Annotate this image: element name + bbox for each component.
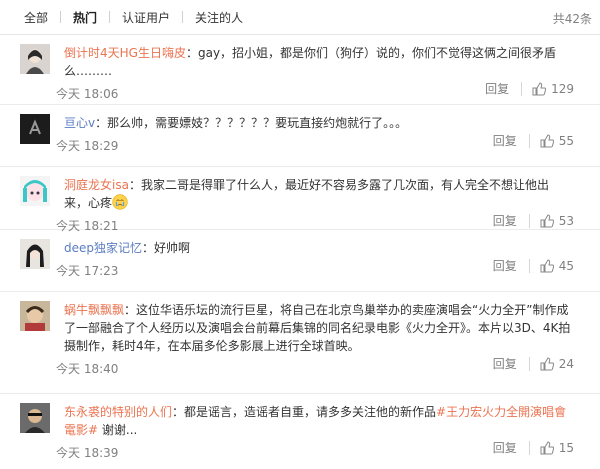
- avatar[interactable]: [20, 239, 50, 269]
- comment-text: 蜗牛飘飘飘：这位华语乐坛的流行巨星，将自己在北京鸟巢举办的卖座演唱会“火力全开”…: [64, 301, 590, 355]
- username[interactable]: 倒计时4天HG生日嗨皮: [64, 46, 186, 60]
- avatar[interactable]: [20, 176, 50, 206]
- avatar[interactable]: [20, 403, 50, 433]
- comment-actions: 回复 129: [485, 80, 574, 97]
- comment-text: 亘心v：那么帅，需要嫖妓？？？？？？要玩直接约炮就行了。。。: [64, 114, 590, 132]
- comment-count: 共42条: [552, 12, 592, 26]
- comment-panel: 全部 热门 认证用户 关注的人 共42条 倒计时4天HG生日嗨皮：gay，招小姐…: [0, 0, 600, 460]
- tab-divider: [109, 11, 111, 23]
- timestamp: 今天 18:29: [56, 139, 119, 153]
- avatar-image: [20, 301, 50, 331]
- comment-item: deep独家记忆：好帅啊 今天 17:23 回复 45: [0, 230, 600, 292]
- colon: ：: [142, 241, 155, 255]
- comment-actions: 回复 15: [493, 439, 574, 456]
- reply-button[interactable]: 回复: [485, 80, 509, 97]
- timestamp: 今天 17:23: [56, 264, 119, 278]
- like-count: 53: [558, 213, 574, 228]
- tab-all[interactable]: 全部: [24, 9, 48, 26]
- action-divider: [528, 356, 530, 371]
- like-button[interactable]: 24: [540, 357, 574, 371]
- comment-body: 都是谣言，造谣者自重，请多多关注他的新作品: [184, 405, 437, 419]
- username[interactable]: 蜗牛飘飘飘: [64, 303, 124, 317]
- avatar-image: [20, 114, 50, 144]
- crying-emoji-icon: [112, 194, 128, 210]
- tab-verified-users[interactable]: 认证用户: [122, 9, 170, 26]
- reply-button[interactable]: 回复: [493, 355, 517, 372]
- comment-item: 亘心v：那么帅，需要嫖妓？？？？？？要玩直接约炮就行了。。。 今天 18:29 …: [0, 105, 600, 167]
- colon: ：: [124, 303, 137, 317]
- timestamp: 今天 18:40: [56, 362, 119, 376]
- action-divider: [521, 81, 523, 96]
- reply-button[interactable]: 回复: [493, 257, 517, 274]
- reply-button[interactable]: 回复: [493, 439, 517, 456]
- timestamp: 今天 18:39: [56, 446, 119, 460]
- filter-tabs: 全部 热门 认证用户 关注的人 共42条: [0, 0, 600, 35]
- comment-text: 洞庭龙女isa：我家二哥是得罪了什么人，最近好不容易多露了几次面，有人完全不想让…: [64, 176, 590, 212]
- avatar-image: [20, 176, 50, 206]
- thumbs-up-icon: [540, 213, 554, 227]
- like-button[interactable]: 45: [540, 259, 574, 273]
- action-divider: [528, 133, 530, 148]
- like-button[interactable]: 53: [540, 214, 574, 228]
- tab-divider: [60, 11, 62, 23]
- comment-text: 倒计时4天HG生日嗨皮：gay，招小姐，都是你们（狗仔）说的，你们不觉得这俩之间…: [64, 44, 590, 80]
- like-button[interactable]: 129: [532, 82, 574, 96]
- comment-actions: 回复 53: [493, 212, 574, 229]
- comment-body-tail: 谢谢...: [98, 423, 138, 437]
- comment-item: 倒计时4天HG生日嗨皮：gay，招小姐，都是你们（狗仔）说的，你们不觉得这俩之间…: [0, 35, 600, 105]
- like-button[interactable]: 15: [540, 441, 574, 455]
- comment-text: deep独家记忆：好帅啊: [64, 239, 590, 257]
- comment-body: 这位华语乐坛的流行巨星，将自己在北京鸟巢举办的卖座演唱会“火力全开”制作成了一部…: [64, 303, 571, 353]
- tab-following[interactable]: 关注的人: [195, 9, 243, 26]
- comment-item: 洞庭龙女isa：我家二哥是得罪了什么人，最近好不容易多露了几次面，有人完全不想让…: [0, 167, 600, 233]
- like-button[interactable]: 55: [540, 134, 574, 148]
- thumbs-up-icon: [540, 133, 554, 147]
- action-divider: [528, 213, 530, 228]
- comment-actions: 回复 45: [493, 257, 574, 274]
- action-divider: [528, 258, 530, 273]
- avatar[interactable]: [20, 114, 50, 144]
- colon: ：: [95, 116, 108, 130]
- action-divider: [528, 440, 530, 455]
- thumbs-up-icon: [540, 356, 554, 370]
- comment-text: 东永裘的特别的人们：都是谣言，造谣者自重，请多多关注他的新作品#王力宏火力全開演…: [64, 403, 590, 439]
- username[interactable]: deep独家记忆: [64, 241, 142, 255]
- like-count: 45: [558, 258, 574, 273]
- colon: ：: [185, 46, 198, 60]
- avatar-image: [20, 44, 50, 74]
- thumbs-up-icon: [540, 258, 554, 272]
- like-count: 15: [558, 440, 574, 455]
- colon: ：: [172, 405, 185, 419]
- avatar[interactable]: [20, 301, 50, 331]
- tab-hot[interactable]: 热门: [73, 9, 97, 26]
- comment-item: 东永裘的特别的人们：都是谣言，造谣者自重，请多多关注他的新作品#王力宏火力全開演…: [0, 394, 600, 463]
- username[interactable]: 东永裘的特别的人们: [64, 405, 172, 419]
- comment-actions: 回复 24: [493, 355, 574, 372]
- avatar-image: [20, 403, 50, 433]
- like-count: 24: [558, 356, 574, 371]
- tab-divider: [182, 11, 184, 23]
- comment-footer: 今天 17:23 回复 45: [56, 257, 590, 287]
- comment-body: 好帅啊: [154, 241, 191, 255]
- thumbs-up-icon: [540, 440, 554, 454]
- avatar-image: [20, 239, 50, 269]
- comment-footer: 今天 18:39 回复 15: [56, 439, 590, 469]
- avatar[interactable]: [20, 44, 50, 74]
- comment-footer: 今天 18:40 回复 24: [56, 355, 590, 385]
- reply-button[interactable]: 回复: [493, 132, 517, 149]
- timestamp: 今天 18:06: [56, 87, 119, 101]
- comment-item: 蜗牛飘飘飘：这位华语乐坛的流行巨星，将自己在北京鸟巢举办的卖座演唱会“火力全开”…: [0, 292, 600, 394]
- username[interactable]: 亘心v: [64, 116, 95, 130]
- thumbs-up-icon: [532, 81, 547, 95]
- comment-body: 那么帅，需要嫖妓？？？？？？要玩直接约炮就行了。。。: [107, 116, 408, 130]
- comment-actions: 回复 55: [493, 132, 574, 149]
- comment-list: 倒计时4天HG生日嗨皮：gay，招小姐，都是你们（狗仔）说的，你们不觉得这俩之间…: [0, 35, 600, 463]
- comment-footer: 今天 18:29 回复 55: [56, 132, 590, 162]
- like-count: 129: [551, 81, 574, 96]
- username[interactable]: 洞庭龙女isa: [64, 178, 129, 192]
- colon: ：: [128, 178, 141, 192]
- reply-button[interactable]: 回复: [493, 212, 517, 229]
- like-count: 55: [558, 133, 574, 148]
